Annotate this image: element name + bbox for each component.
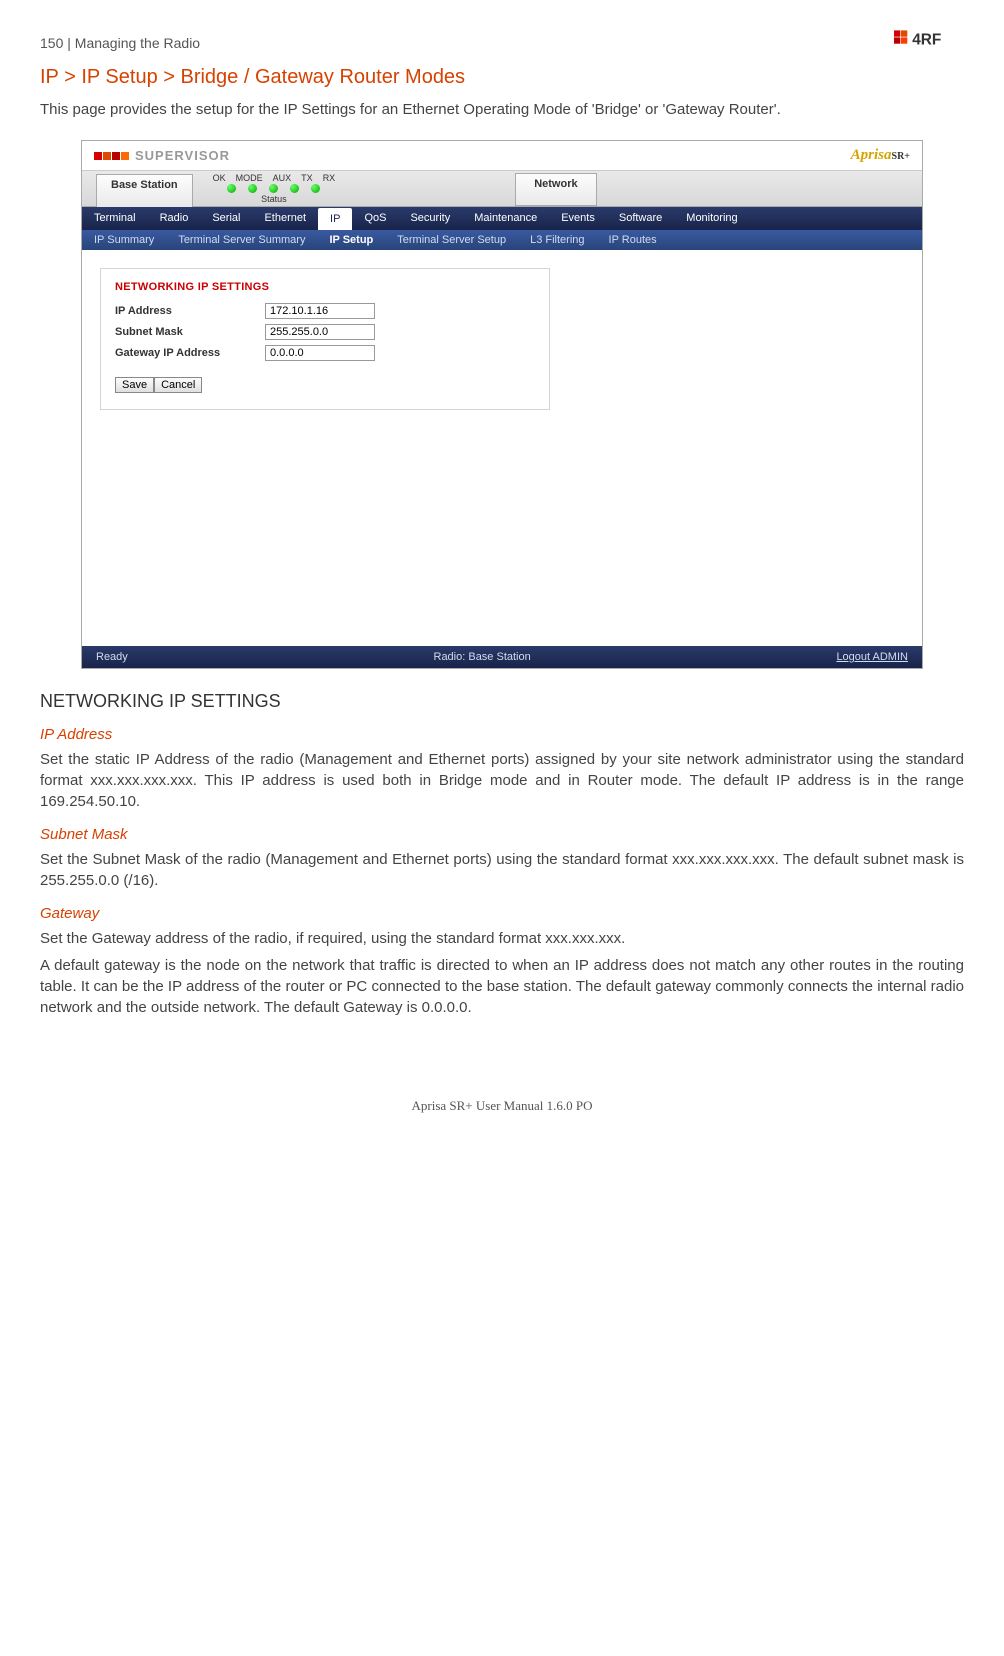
subnav-terminal-server-setup[interactable]: Terminal Server Setup <box>385 230 518 250</box>
ip-address-label: IP Address <box>115 305 265 317</box>
subnav-ip-summary[interactable]: IP Summary <box>82 230 166 250</box>
app-logo-icon <box>94 152 129 160</box>
gateway-field-label: Gateway <box>40 905 964 922</box>
status-head-mode: MODE <box>236 173 263 183</box>
settings-box-title: NETWORKING IP SETTINGS <box>115 281 535 293</box>
status-head-ok: OK <box>213 173 226 183</box>
subnav-ip-routes[interactable]: IP Routes <box>597 230 669 250</box>
nav-terminal[interactable]: Terminal <box>82 207 148 230</box>
ip-address-field-label: IP Address <box>40 726 964 743</box>
nav-software[interactable]: Software <box>607 207 674 230</box>
save-button[interactable]: Save <box>115 377 154 393</box>
svg-text:4RF: 4RF <box>912 31 941 48</box>
supervisor-label: SUPERVISOR <box>135 148 230 163</box>
status-word: Status <box>261 194 287 204</box>
led-tx-icon <box>290 184 299 193</box>
status-ready: Ready <box>96 651 128 663</box>
status-bar: Ready Radio: Base Station Logout ADMIN <box>82 646 922 668</box>
nav-serial[interactable]: Serial <box>200 207 252 230</box>
led-aux-icon <box>269 184 278 193</box>
subnet-mask-label: Subnet Mask <box>115 326 265 338</box>
page-sep: | <box>67 35 71 51</box>
subnav-l3-filtering[interactable]: L3 Filtering <box>518 230 596 250</box>
footer-text: Aprisa SR+ User Manual 1.6.0 PO <box>40 1098 964 1114</box>
nav-security[interactable]: Security <box>398 207 462 230</box>
networking-heading: NETWORKING IP SETTINGS <box>40 691 964 712</box>
logout-link[interactable]: Logout ADMIN <box>836 651 908 663</box>
page-number: 150 <box>40 35 63 51</box>
page-title: Managing the Radio <box>75 35 200 51</box>
subnav-ip-setup[interactable]: IP Setup <box>317 230 385 250</box>
nav-monitoring[interactable]: Monitoring <box>674 207 749 230</box>
status-radio: Radio: Base Station <box>434 651 531 663</box>
intro-paragraph: This page provides the setup for the IP … <box>40 99 964 120</box>
nav-main: Terminal Radio Serial Ethernet IP QoS Se… <box>82 207 922 230</box>
nav-radio[interactable]: Radio <box>148 207 201 230</box>
subnet-mask-input[interactable] <box>265 324 375 340</box>
led-mode-icon <box>248 184 257 193</box>
led-rx-icon <box>311 184 320 193</box>
gateway-text2: A default gateway is the node on the net… <box>40 955 964 1018</box>
ip-address-input[interactable] <box>265 303 375 319</box>
gateway-text1: Set the Gateway address of the radio, if… <box>40 928 964 949</box>
section-title: IP > IP Setup > Bridge / Gateway Router … <box>40 66 964 89</box>
supervisor-app: SUPERVISOR AprisaSR+ Base Station OK MOD… <box>81 140 923 669</box>
nav-sub: IP Summary Terminal Server Summary IP Se… <box>82 230 922 250</box>
ip-address-text: Set the static IP Address of the radio (… <box>40 749 964 812</box>
led-ok-icon <box>227 184 236 193</box>
page-header: 150 | Managing the Radio <box>40 35 200 51</box>
status-head-tx: TX <box>301 173 313 183</box>
cancel-button[interactable]: Cancel <box>154 377 202 393</box>
tab-network[interactable]: Network <box>515 173 596 206</box>
nav-events[interactable]: Events <box>549 207 607 230</box>
subnav-terminal-server-summary[interactable]: Terminal Server Summary <box>166 230 317 250</box>
nav-qos[interactable]: QoS <box>352 207 398 230</box>
status-head-aux: AUX <box>273 173 292 183</box>
subnet-field-label: Subnet Mask <box>40 826 964 843</box>
gateway-ip-input[interactable] <box>265 345 375 361</box>
status-panel: OK MODE AUX TX RX Status <box>213 171 336 206</box>
nav-ip[interactable]: IP <box>318 208 352 230</box>
nav-maintenance[interactable]: Maintenance <box>462 207 549 230</box>
subnet-text: Set the Subnet Mask of the radio (Manage… <box>40 849 964 891</box>
gateway-ip-label: Gateway IP Address <box>115 347 265 359</box>
networking-ip-settings-box: NETWORKING IP SETTINGS IP Address Subnet… <box>100 268 550 410</box>
aprisa-logo: AprisaSR+ <box>851 147 910 164</box>
nav-ethernet[interactable]: Ethernet <box>252 207 318 230</box>
4rf-logo-icon: 4RF <box>894 30 964 56</box>
status-head-rx: RX <box>323 173 336 183</box>
tab-base-station[interactable]: Base Station <box>96 174 193 207</box>
